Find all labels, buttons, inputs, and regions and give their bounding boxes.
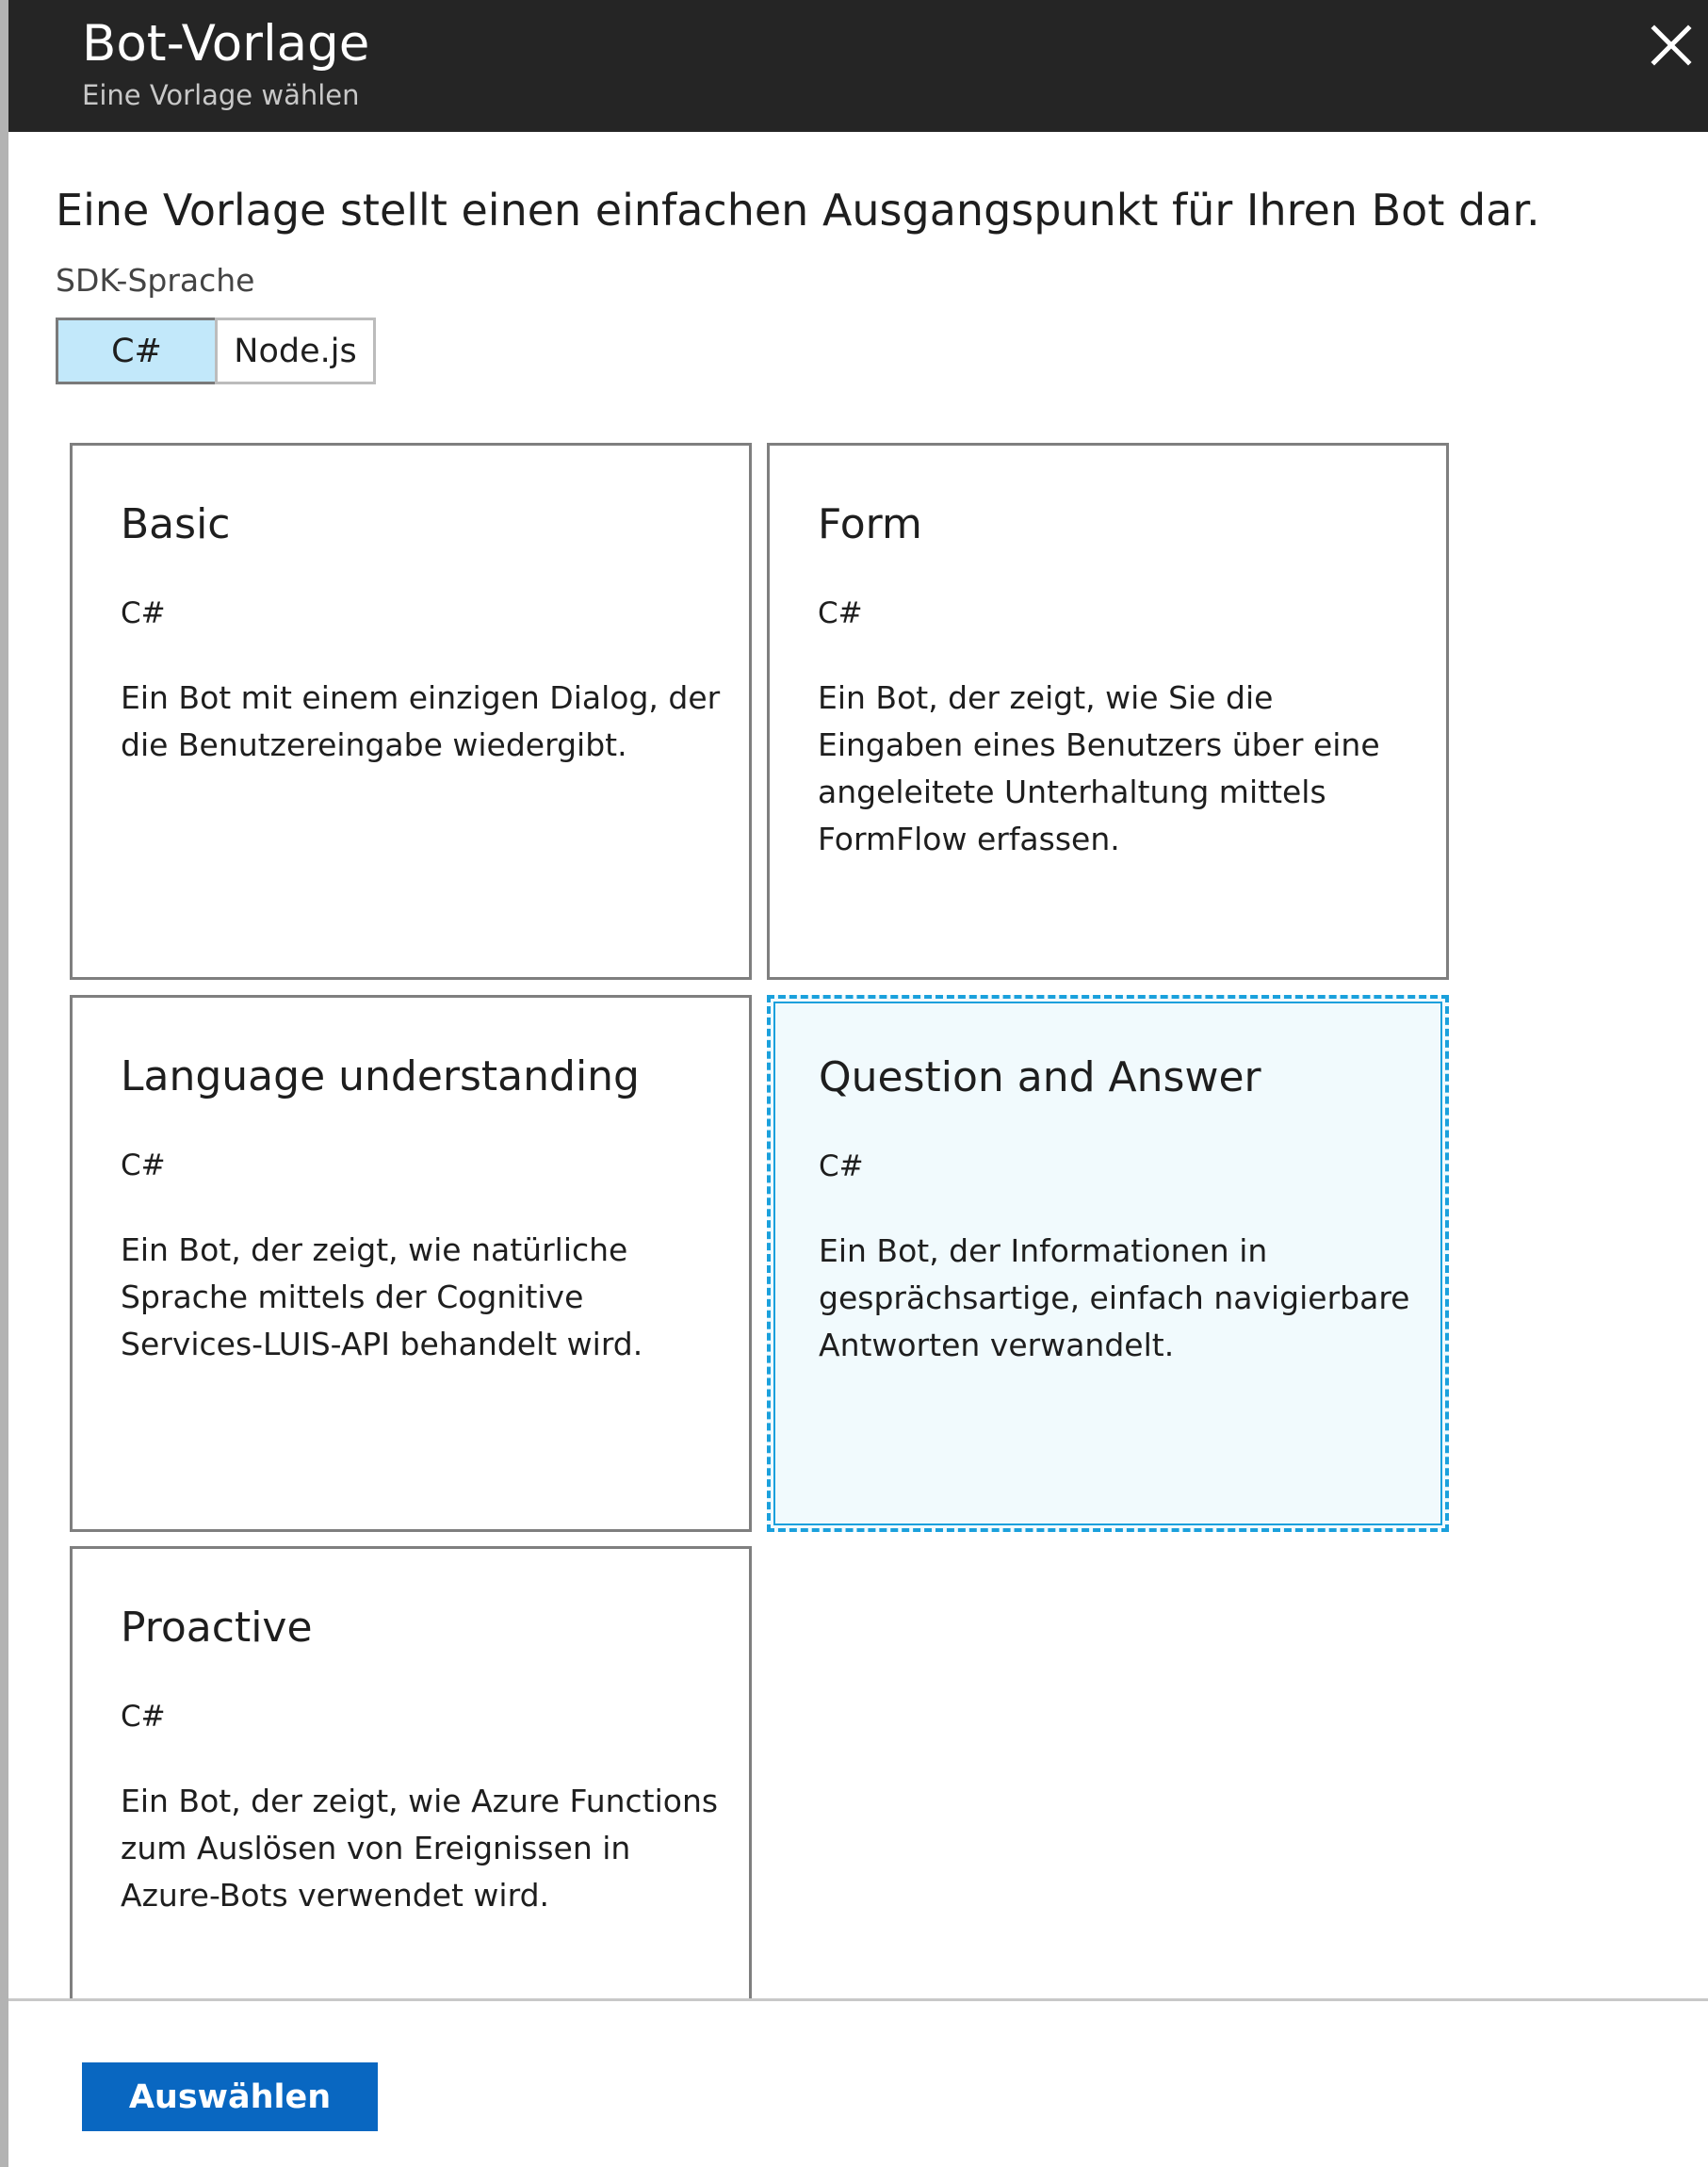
template-language: C# [121, 1700, 166, 1734]
sdk-option-nodejs[interactable]: Node.js [215, 318, 376, 384]
template-card-language-understanding[interactable]: Language understanding C# Ein Bot, der z… [70, 995, 752, 1532]
sdk-language-label: SDK-Sprache [56, 262, 255, 299]
template-title: Language understanding [121, 1052, 640, 1100]
template-description: Ein Bot, der Informationen in gesprächsa… [819, 1232, 1410, 1363]
blade-content: Eine Vorlage stellt einen einfachen Ausg… [8, 0, 1708, 1999]
sdk-option-csharp[interactable]: C# [56, 318, 218, 384]
template-description: Ein Bot, der zeigt, wie natürliche Sprac… [121, 1231, 643, 1362]
template-card-proactive[interactable]: Proactive C# Ein Bot, der zeigt, wie Azu… [70, 1546, 752, 1998]
template-title: Basic [121, 500, 231, 548]
intro-text: Eine Vorlage stellt einen einfachen Ausg… [56, 185, 1540, 236]
template-card-question-and-answer[interactable]: Question and Answer C# Ein Bot, der Info… [767, 995, 1449, 1532]
template-title: Form [818, 500, 922, 548]
template-language: C# [819, 1149, 864, 1183]
sdk-language-toggle: C# Node.js [56, 318, 376, 384]
bot-template-blade: Bot-Vorlage Eine Vorlage wählen Eine Vor… [0, 0, 1708, 2167]
template-description: Ein Bot mit einem einzigen Dialog, der d… [121, 679, 721, 763]
template-language: C# [818, 596, 863, 630]
template-description: Ein Bot, der zeigt, wie Azure Functions … [121, 1783, 719, 1914]
template-card-basic[interactable]: Basic C# Ein Bot mit einem einzigen Dial… [70, 443, 752, 980]
select-button[interactable]: Auswählen [82, 2062, 378, 2131]
template-title: Proactive [121, 1604, 313, 1652]
template-description: Ein Bot, der zeigt, wie Sie die Eingaben… [818, 679, 1380, 857]
blade-footer: Auswählen [8, 2001, 1708, 2167]
template-language: C# [121, 596, 166, 630]
template-language: C# [121, 1149, 166, 1182]
template-title: Question and Answer [819, 1053, 1261, 1101]
template-card-form[interactable]: Form C# Ein Bot, der zeigt, wie Sie die … [767, 443, 1449, 980]
